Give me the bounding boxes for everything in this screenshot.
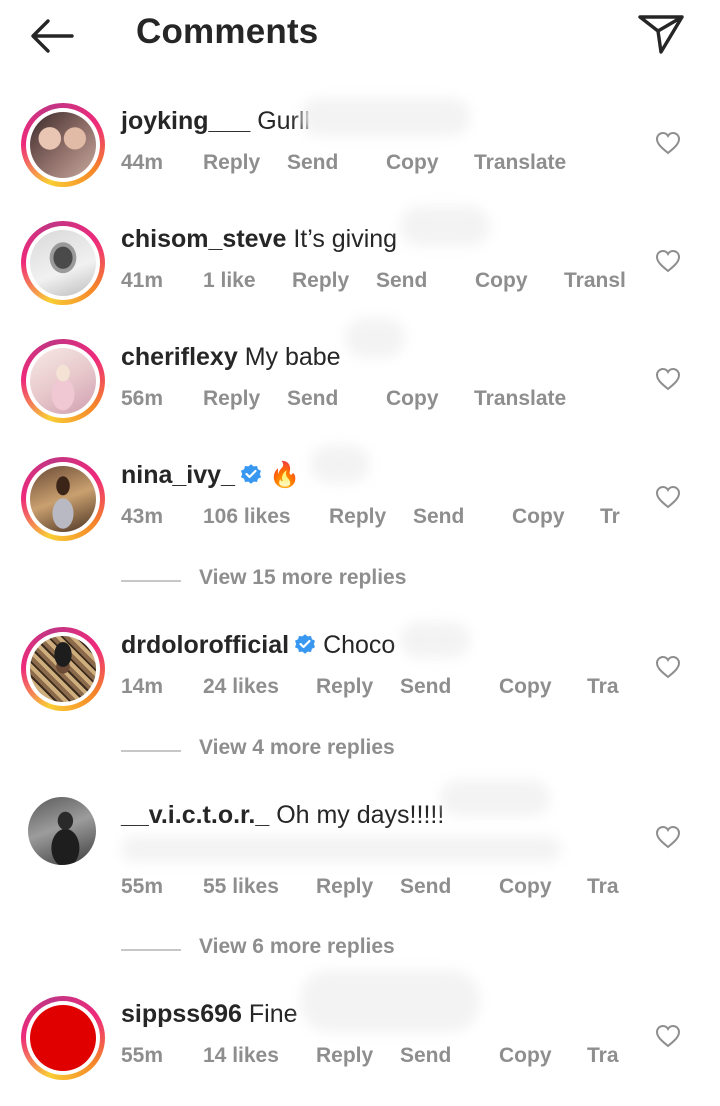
redacted-area [300, 98, 470, 136]
reply-button[interactable]: Reply [316, 875, 373, 899]
divider [121, 949, 181, 951]
view-more-replies[interactable]: View 15 more replies [121, 566, 521, 596]
comment-username[interactable]: nina_ivy_ [121, 461, 235, 489]
reply-button[interactable]: Reply [316, 1044, 373, 1068]
copy-button[interactable]: Copy [386, 151, 439, 175]
avatar[interactable] [21, 996, 105, 1080]
copy-button[interactable]: Copy [386, 387, 439, 411]
heart-icon[interactable] [655, 367, 681, 391]
reply-button[interactable]: Reply [292, 269, 349, 293]
view-more-label[interactable]: View 15 more replies [199, 566, 406, 590]
redacted-area [300, 970, 480, 1032]
avatar[interactable] [21, 103, 105, 187]
copy-button[interactable]: Copy [499, 1044, 552, 1068]
comment-item: chisom_steve It’s giving 41m 1 like Repl… [0, 221, 720, 331]
send-button[interactable]: Send [287, 151, 338, 175]
comment-time: 14m [121, 675, 164, 698]
comment-text: Oh my days!!!!! [276, 801, 445, 829]
send-button[interactable]: Send [413, 505, 464, 529]
redacted-area [440, 780, 550, 816]
comment-time: 56m [121, 387, 164, 410]
like-count[interactable]: 55 likes [203, 875, 279, 899]
redacted-area [400, 622, 470, 658]
avatar[interactable] [21, 221, 105, 305]
translate-button[interactable]: Tra [587, 675, 619, 699]
reply-button[interactable]: Reply [329, 505, 386, 529]
translate-button[interactable]: Tra [587, 1044, 619, 1068]
heart-icon[interactable] [655, 131, 681, 155]
header-bar: Comments [0, 0, 720, 72]
view-more-replies[interactable]: View 6 more replies [121, 935, 521, 965]
verified-badge-icon [240, 464, 261, 484]
heart-icon[interactable] [655, 825, 681, 849]
reply-button[interactable]: Reply [316, 675, 373, 699]
divider [121, 580, 181, 582]
comment-time: 41m [121, 269, 164, 292]
comment-username[interactable]: cheriflexy [121, 343, 238, 371]
copy-button[interactable]: Copy [512, 505, 565, 529]
reply-button[interactable]: Reply [203, 387, 260, 411]
heart-icon[interactable] [655, 655, 681, 679]
like-count[interactable]: 106 likes [203, 505, 291, 529]
avatar[interactable] [21, 457, 105, 541]
comment-username[interactable]: joyking___ [121, 107, 250, 135]
avatar[interactable] [28, 797, 96, 865]
view-more-replies[interactable]: View 4 more replies [121, 736, 521, 766]
page-title: Comments [136, 12, 319, 51]
send-button[interactable]: Send [400, 875, 451, 899]
comment-text: 🔥 [268, 461, 301, 489]
avatar[interactable] [21, 339, 105, 423]
comment-username[interactable]: sippss696 [121, 1000, 242, 1028]
comment-time: 55m [121, 1044, 164, 1067]
reply-button[interactable]: Reply [203, 151, 260, 175]
copy-button[interactable]: Copy [475, 269, 528, 293]
copy-button[interactable]: Copy [499, 875, 552, 899]
redacted-area [121, 836, 561, 862]
redacted-area [310, 445, 370, 483]
like-count[interactable]: 24 likes [203, 675, 279, 699]
send-button[interactable]: Send [376, 269, 427, 293]
copy-button[interactable]: Copy [499, 675, 552, 699]
comment-item: drdolorofficial Choco 14m 24 likes Reply … [0, 627, 720, 737]
avatar[interactable] [21, 627, 105, 711]
send-button[interactable]: Send [400, 675, 451, 699]
redacted-area [345, 318, 405, 358]
comment-text: My babe [244, 343, 341, 371]
like-count[interactable]: 1 like [203, 269, 256, 293]
paper-plane-icon[interactable] [636, 12, 686, 56]
arrow-left-icon[interactable] [28, 16, 76, 56]
comment-username[interactable]: chisom_steve [121, 225, 286, 253]
like-count[interactable]: 14 likes [203, 1044, 279, 1068]
heart-icon[interactable] [655, 249, 681, 273]
send-button[interactable]: Send [287, 387, 338, 411]
comment-username[interactable]: drdolorofficial [121, 631, 289, 659]
translate-button[interactable]: Translate [474, 151, 566, 175]
translate-button[interactable]: Translate [474, 387, 566, 411]
view-more-label[interactable]: View 4 more replies [199, 736, 395, 760]
divider [121, 750, 181, 752]
comment-time: 43m [121, 505, 164, 528]
comment-time: 55m [121, 875, 164, 898]
heart-icon[interactable] [655, 1024, 681, 1048]
comment-text: Fine [248, 1000, 298, 1028]
redacted-area [400, 206, 490, 246]
heart-icon[interactable] [655, 485, 681, 509]
translate-button[interactable]: Tr [600, 505, 620, 529]
view-more-label[interactable]: View 6 more replies [199, 935, 395, 959]
comment-time: 44m [121, 151, 164, 174]
verified-badge-icon [295, 634, 316, 654]
translate-button[interactable]: Tra [587, 875, 619, 899]
comment-text: It’s giving [293, 225, 398, 253]
comment-text: Choco [323, 631, 396, 659]
translate-button[interactable]: Transl [564, 269, 626, 293]
send-button[interactable]: Send [400, 1044, 451, 1068]
comment-username[interactable]: __v.i.c.t.o.r._ [121, 801, 269, 829]
